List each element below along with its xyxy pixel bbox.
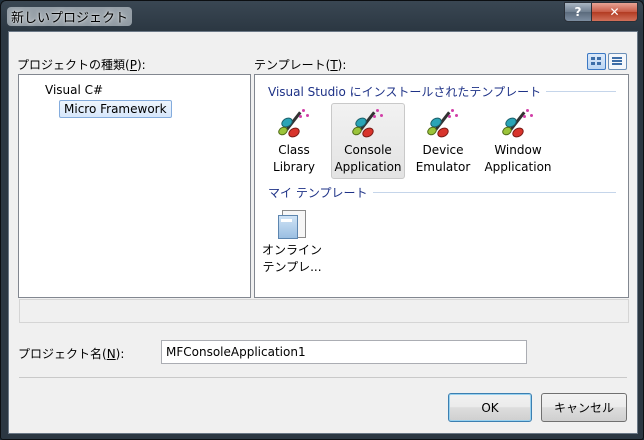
templates-list[interactable]: Visual Studio にインストールされたテンプレート Class Lib…: [254, 74, 629, 298]
template-label-line1: オンライン: [261, 243, 322, 257]
project-name-label: プロジェクト名(N):: [18, 347, 125, 361]
tree-item-micro-framework[interactable]: Micro Framework: [59, 100, 172, 118]
project-types-label: プロジェクトの種類(P):: [17, 58, 146, 72]
template-class-library[interactable]: Class Library: [257, 103, 331, 179]
new-project-dialog: 新しいプロジェクト ? ✕ プロジェクトの種類(P): テンプレート(T): V…: [0, 0, 644, 440]
my-templates-header: マイ テンプレート: [268, 186, 368, 200]
template-online-templates[interactable]: オンライン テンプレ...: [255, 203, 329, 279]
template-device-emulator[interactable]: Device Emulator: [406, 103, 480, 179]
templates-label: テンプレート(T):: [254, 58, 347, 72]
template-description-box: [19, 299, 629, 323]
my-templates-divider: [373, 192, 616, 193]
project-name-input[interactable]: [161, 340, 527, 364]
template-label-line2: テンプレ...: [262, 260, 322, 274]
installed-templates-header: Visual Studio にインストールされたテンプレート: [268, 85, 542, 99]
large-icons-view-button[interactable]: [587, 53, 606, 70]
tree-item-visual-csharp[interactable]: Visual C#: [45, 83, 103, 97]
template-window-application[interactable]: Window Application: [481, 103, 555, 179]
template-label-line2: Application: [334, 160, 402, 174]
wizard-wand-icon: [500, 108, 534, 140]
cancel-button[interactable]: キャンセル: [541, 393, 627, 422]
template-label-line1: Console: [344, 143, 392, 157]
template-label-line2: Application: [484, 160, 552, 174]
wizard-wand-icon: [276, 108, 310, 140]
ok-button[interactable]: OK: [448, 393, 532, 422]
installed-header-divider: [546, 91, 616, 92]
template-label-line2: Library: [273, 160, 315, 174]
wizard-wand-icon: [425, 108, 459, 140]
online-template-icon: [276, 208, 308, 240]
wizard-wand-icon: [350, 108, 384, 140]
small-icons-view-button[interactable]: [608, 53, 627, 70]
window-title: 新しいプロジェクト: [7, 7, 133, 26]
title-bar[interactable]: 新しいプロジェクト ? ✕: [1, 1, 643, 31]
template-label-line1: Window: [494, 143, 542, 157]
help-button[interactable]: ?: [564, 2, 592, 22]
close-button[interactable]: ✕: [591, 2, 638, 22]
bottom-divider: [19, 377, 627, 378]
project-types-tree[interactable]: Visual C# Micro Framework: [18, 74, 251, 298]
template-label-line2: Emulator: [415, 160, 471, 174]
template-console-application[interactable]: Console Application: [331, 103, 405, 179]
template-label-line1: Class: [278, 143, 310, 157]
template-label-line1: Device: [422, 143, 464, 157]
dialog-client-area: プロジェクトの種類(P): テンプレート(T): Visual C# Micro…: [8, 31, 638, 434]
